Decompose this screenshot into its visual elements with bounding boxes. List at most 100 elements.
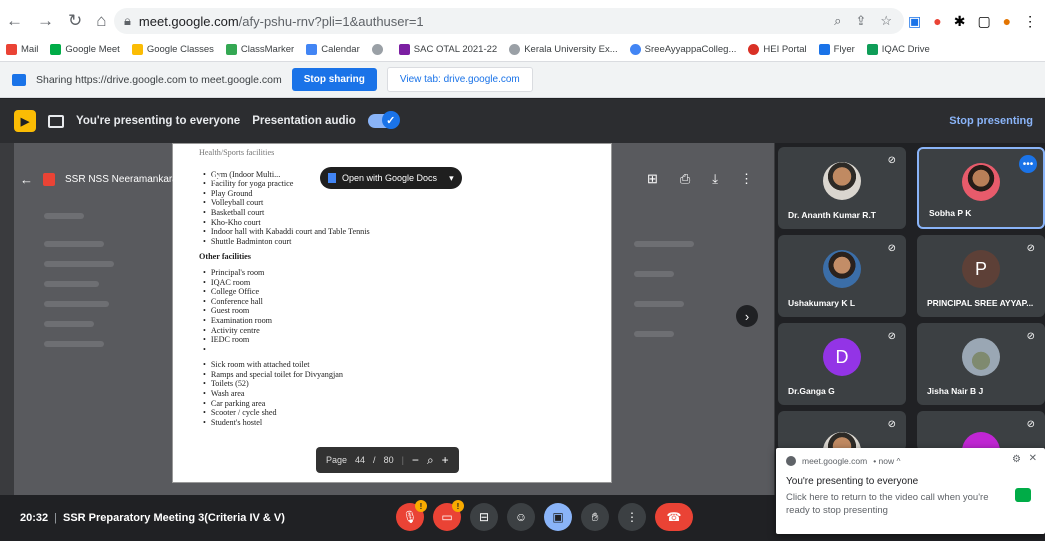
participant-tile[interactable]: ⊘	[917, 411, 1045, 451]
captions-button[interactable]: ⊟	[470, 503, 498, 531]
raise-hand-button[interactable]: ✋︎	[581, 503, 609, 531]
pdf-viewer-toolbar: ← SSR NSS Neeramankara-2022.pdf Open wit…	[20, 159, 775, 199]
mic-off-icon: ⊘	[1026, 419, 1035, 430]
forward-icon[interactable]: →	[37, 11, 54, 31]
list-item: Examination room	[203, 316, 599, 326]
cast-icon[interactable]: ▣	[908, 13, 921, 30]
chrome-notification[interactable]: meet.google.com • now ^ ⚙ ✕ You're prese…	[776, 448, 1045, 534]
participant-tile[interactable]: ⊘	[778, 411, 906, 451]
avatar: D	[823, 338, 861, 377]
view-tab-button[interactable]: View tab: drive.google.com	[386, 67, 533, 92]
back-icon[interactable]: ←	[6, 11, 23, 31]
globe-icon	[509, 43, 521, 55]
pdf-filename: SSR NSS Neeramankara-2022.pdf	[65, 173, 221, 185]
bookmark-item[interactable]	[371, 43, 387, 55]
zoom-in-icon[interactable]: +	[442, 453, 449, 467]
list-item: College Office	[203, 287, 599, 297]
chevron-down-icon[interactable]: ▾	[449, 173, 454, 184]
close-icon[interactable]: ✕	[1029, 453, 1037, 464]
lock-icon: 🔒︎	[124, 13, 131, 28]
reload-icon[interactable]: ↻	[68, 11, 82, 31]
zoom-icon[interactable]: ⌕	[834, 13, 841, 29]
check-icon	[225, 43, 237, 55]
page-label: Page	[326, 455, 348, 465]
bookmark-item[interactable]: IQAC Drive	[866, 43, 930, 55]
meet-icon	[50, 43, 62, 55]
star-icon[interactable]: ☆	[880, 13, 892, 29]
comment-icon[interactable]: ⊞	[647, 171, 658, 187]
extension-icon[interactable]: ●	[933, 13, 941, 29]
captions-icon: ⊟	[478, 510, 490, 524]
list-item: Guest room	[203, 306, 599, 316]
meeting-title: SSR Preparatory Meeting 3(Criteria IV & …	[63, 512, 285, 524]
mic-off-icon: ⊘	[887, 155, 896, 166]
participant-tile[interactable]: ⊘ Dr. Ananth Kumar R.T	[778, 147, 906, 229]
zoom-out-icon[interactable]: −	[412, 453, 419, 467]
more-vert-icon[interactable]: ⋮	[740, 171, 753, 187]
mic-off-icon: 🎙︎	[402, 510, 418, 524]
more-options-icon[interactable]: •••	[1019, 155, 1037, 173]
avatar	[823, 250, 861, 289]
mic-off-icon: ⊘	[1026, 243, 1035, 254]
bookmark-item[interactable]: ClassMarker	[225, 43, 294, 55]
avatar	[962, 162, 1000, 201]
puzzle-icon[interactable]: ✱	[954, 13, 966, 30]
stop-presenting-button[interactable]: Stop presenting	[949, 115, 1033, 127]
pdf-section-heading: Other facilities	[199, 252, 251, 262]
next-page-icon[interactable]: ›	[736, 305, 758, 327]
present-button[interactable]: ▣	[544, 503, 572, 531]
print-icon[interactable]: ⎙	[680, 171, 690, 187]
mic-off-icon: ⊘	[887, 331, 896, 342]
page-current[interactable]: 44	[355, 455, 365, 465]
divider: |	[401, 455, 404, 465]
profile-icon[interactable]: ●	[1003, 13, 1011, 29]
list-item: Wash area	[203, 389, 599, 399]
bookmark-item[interactable]: HEI Portal	[748, 43, 807, 55]
meet-logo-icon: ▶	[14, 110, 36, 132]
download-icon[interactable]: ⤓	[712, 171, 718, 187]
gear-icon[interactable]: ⚙	[1012, 454, 1021, 465]
back-icon[interactable]: ←	[20, 172, 33, 187]
sidepanel-icon[interactable]: ▢	[977, 13, 990, 30]
menu-icon[interactable]: ⋮	[1023, 13, 1037, 30]
participant-tile[interactable]: ••• Sobha P K	[917, 147, 1045, 229]
home-icon[interactable]: ⌂	[96, 11, 106, 31]
share-icon[interactable]: ⇪	[855, 13, 866, 29]
calendar-icon	[306, 43, 318, 55]
bookmarks-bar: Mail Google Meet Google Classes ClassMar…	[6, 38, 1039, 60]
bookmark-item[interactable]: Google Meet	[50, 43, 120, 55]
emoji-button[interactable]: ☺	[507, 503, 535, 531]
bookmark-item[interactable]: SreeAyyappaColleg...	[629, 43, 736, 55]
bookmark-item[interactable]: Flyer	[818, 43, 855, 55]
browser-chrome: ← → ↻ ⌂ 🔒︎ meet.google.com/afy-pshu-rnv?…	[0, 0, 1045, 62]
bookmark-item[interactable]: Mail	[6, 43, 38, 55]
participant-tile[interactable]: ⊘ Ushakumary K L	[778, 235, 906, 317]
stop-sharing-button[interactable]: Stop sharing	[291, 68, 377, 91]
avatar	[962, 338, 1000, 377]
presentation-audio-toggle[interactable]	[367, 111, 400, 129]
url-path: /afy-pshu-rnv?pli=1&authuser=1	[238, 13, 424, 29]
phone-hangup-icon: ☎︎	[666, 510, 682, 524]
doc-icon	[818, 43, 830, 55]
url-host: meet.google.com	[138, 13, 239, 29]
more-options-button[interactable]: ⋮	[618, 503, 646, 531]
mic-toggle-button[interactable]: 🎙︎!	[396, 500, 427, 531]
address-bar[interactable]: 🔒︎ meet.google.com/afy-pshu-rnv?pli=1&au…	[114, 8, 904, 34]
list-item: Car parking area	[203, 399, 599, 409]
participant-tile[interactable]: ⊘ D Dr.Ganga G	[778, 323, 906, 405]
bookmark-item[interactable]: Calendar	[306, 43, 360, 55]
bookmark-item[interactable]: SAC OTAL 2021-22	[398, 43, 497, 55]
participant-tile[interactable]: ⊘ P PRINCIPAL SREE AYYAP...	[917, 235, 1045, 317]
presentation-audio-label: Presentation audio	[252, 115, 356, 127]
list-item: Conference hall	[203, 297, 599, 307]
open-with-docs-button[interactable]: Open with Google Docs ▾	[320, 167, 462, 189]
bookmark-item[interactable]: Kerala University Ex...	[509, 43, 618, 55]
camera-toggle-button[interactable]: ▭!	[433, 500, 464, 531]
list-item: IQAC room	[203, 278, 599, 288]
participant-tile[interactable]: ⊘ Jisha Nair B J	[917, 323, 1045, 405]
bookmark-item[interactable]: Google Classes	[131, 43, 214, 55]
list-item: Sick room with attached toilet	[203, 360, 599, 370]
participant-name: Dr. Ananth Kumar R.T	[788, 210, 876, 220]
list-item: Ramps and special toilet for Divyangjan	[203, 370, 599, 380]
leave-call-button[interactable]: ☎︎	[655, 503, 693, 531]
